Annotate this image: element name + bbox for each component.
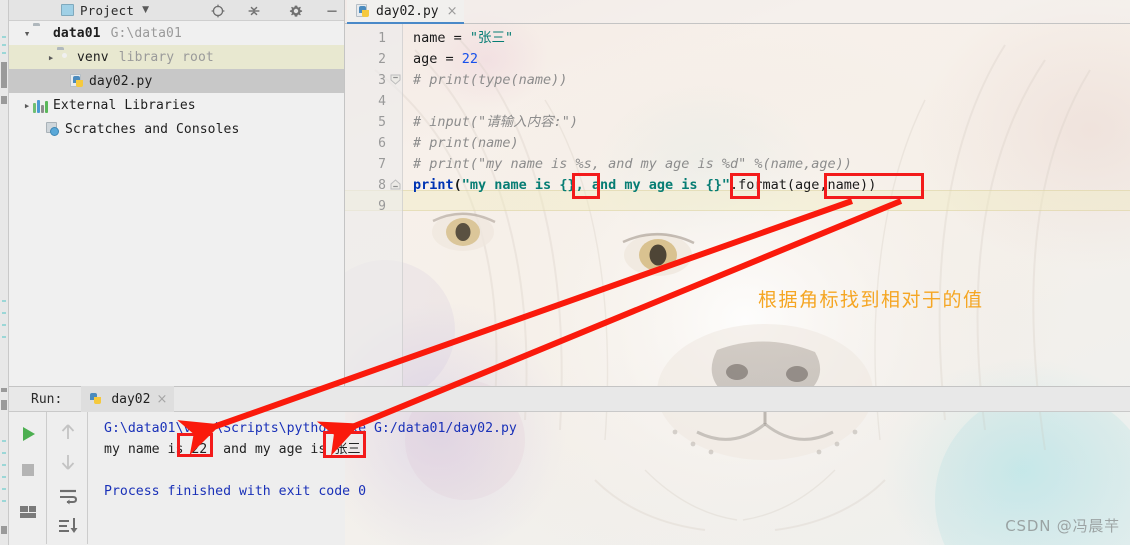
soft-wrap-button[interactable] (56, 484, 80, 508)
line-number: 9 (378, 199, 386, 214)
code-line-5: # input("请输入内容:") (413, 114, 579, 130)
settings-gear-icon[interactable] (289, 4, 303, 18)
collapse-all-icon[interactable] (247, 4, 261, 18)
libraries-icon (33, 97, 49, 113)
token-paren-open: ( (453, 177, 462, 193)
python-file-icon (89, 391, 105, 407)
csdn-watermark: CSDN @冯晨芉 (1005, 517, 1120, 535)
project-dropdown-chevron-icon[interactable]: ▼ (142, 5, 149, 15)
tab-day02-py[interactable]: day02.py × (347, 0, 464, 24)
line-number: 2 (378, 52, 386, 67)
tab-label: day02.py (376, 3, 439, 19)
code-line-1: name = "张三" (413, 28, 513, 49)
pycharm-window: Project ▼ ▾ data01 G:\data01 ▸ venv libr… (0, 0, 1130, 545)
python-file-icon (355, 3, 371, 19)
up-the-stack-trace-button[interactable] (56, 420, 80, 444)
editor-line-number-gutter: 1 2 3 4 5 6 7 8 9 (345, 24, 403, 386)
line-number: 8 (378, 178, 386, 193)
code-editor[interactable]: 1 2 3 4 5 6 7 8 9 name = "张三" age = 22 #… (345, 24, 1130, 386)
tree-item-day02-py[interactable]: day02.py (9, 69, 344, 93)
fold-marker-icon[interactable] (390, 179, 401, 190)
token-paren-close: ) (868, 177, 877, 193)
token-number: 22 (461, 51, 479, 67)
line-number: 7 (378, 157, 386, 172)
project-tree: ▾ data01 G:\data01 ▸ venv library root d… (9, 21, 344, 385)
run-panel-title: Run: (31, 391, 63, 407)
tree-item-detail: G:\data01 (110, 25, 182, 41)
tree-item-scratches-and-consoles[interactable]: Scratches and Consoles (9, 117, 344, 141)
token-format-method: .format (730, 177, 787, 193)
folder-icon (33, 25, 49, 41)
run-console-output[interactable]: G:\data01\venv\Scripts\python.exe G:/dat… (89, 412, 1130, 544)
layout-settings-button[interactable] (16, 500, 40, 524)
tree-item-detail: library root (118, 49, 214, 65)
rerun-button[interactable] (16, 422, 40, 446)
tree-item-external-libraries[interactable]: ▸ External Libraries (9, 93, 344, 117)
line-number: 1 (378, 31, 386, 46)
project-panel-header: Project ▼ (9, 0, 344, 21)
run-tab-label: day02 (111, 391, 151, 407)
run-toolbar-secondary (48, 412, 88, 544)
line-number: 6 (378, 136, 386, 151)
console-line: G:\data01\venv\Scripts\python.exe G:/dat… (104, 421, 517, 436)
folder-library-icon (57, 49, 73, 65)
run-toolbar-primary (9, 412, 47, 544)
code-line-3: # print(type(name)) (413, 72, 568, 88)
chevron-right-icon[interactable]: ▸ (21, 99, 33, 112)
tree-item-label: data01 (53, 25, 101, 41)
tree-item-venv[interactable]: ▸ venv library root (9, 45, 344, 69)
project-panel-title: Project (80, 2, 135, 18)
token-format-args: (age,name) (786, 177, 869, 193)
hide-panel-icon[interactable] (325, 4, 339, 18)
fold-marker-icon[interactable] (390, 74, 401, 85)
line-number: 5 (378, 115, 386, 130)
run-panel-header: Run: day02 × (9, 386, 1130, 412)
token-print: print (413, 177, 454, 193)
line-number: 4 (378, 94, 386, 109)
code-line-7: # print("my name is %s, and my age is %d… (413, 156, 852, 172)
python-file-icon (69, 73, 85, 89)
close-icon[interactable]: × (447, 5, 458, 18)
chevron-right-icon[interactable]: ▸ (45, 51, 57, 64)
tree-item-label: venv (77, 49, 109, 65)
line-number: 3 (378, 73, 386, 88)
tree-item-data01[interactable]: ▾ data01 G:\data01 (9, 21, 344, 45)
console-line: Process finished with exit code 0 (104, 484, 367, 499)
code-line-6: # print(name) (413, 135, 519, 151)
close-icon[interactable]: × (156, 393, 167, 406)
tree-item-label: day02.py (89, 73, 153, 89)
editor-tab-bar: day02.py × (345, 0, 1130, 24)
code-text-area[interactable]: name = "张三" age = 22 # print(type(name))… (403, 24, 1130, 386)
token-format-string: "my name is {}, and my age is {}" (461, 177, 730, 193)
locate-icon[interactable] (211, 4, 225, 18)
run-panel-body: G:\data01\venv\Scripts\python.exe G:/dat… (9, 412, 1130, 544)
chevron-down-icon[interactable]: ▾ (21, 27, 33, 40)
token-name: age (413, 51, 438, 67)
scroll-to-end-button[interactable] (56, 514, 80, 538)
stop-button[interactable] (16, 458, 40, 482)
left-tool-strip[interactable] (0, 0, 9, 545)
project-tool-window: Project ▼ ▾ data01 G:\data01 ▸ venv libr… (9, 0, 345, 386)
code-line-2: age = 22 (413, 49, 478, 70)
token-assign: = (437, 51, 462, 67)
token-assign: = (445, 30, 470, 46)
tree-item-label: External Libraries (53, 97, 196, 113)
project-window-icon (61, 4, 74, 16)
console-line: my name is 22, and my age is 张三 (104, 442, 361, 457)
scratches-icon (45, 121, 61, 137)
code-line-8: print("my name is {}, and my age is {}".… (413, 175, 876, 196)
tree-item-label: Scratches and Consoles (65, 121, 240, 137)
run-tab-day02[interactable]: day02 × (81, 386, 175, 412)
token-string: "张三" (469, 30, 514, 46)
token-name: name (413, 30, 446, 46)
run-tool-window: Run: day02 × G:\data01\venv\Scripts\pyth… (9, 386, 1130, 545)
down-the-stack-trace-button[interactable] (56, 450, 80, 474)
